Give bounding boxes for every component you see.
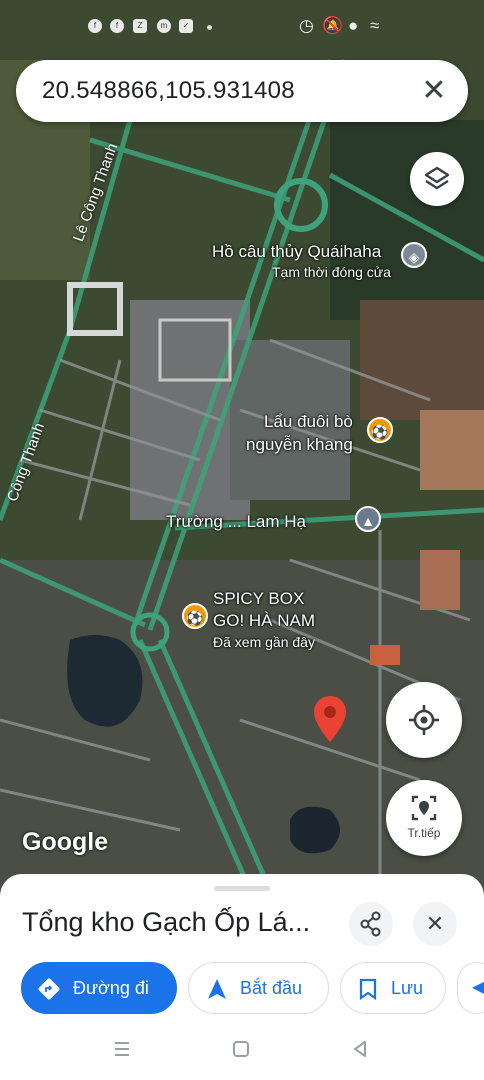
place-label-lau-duoi-bo-2[interactable]: nguyễn khang: [246, 435, 353, 455]
facebook-icon: f: [110, 19, 124, 33]
system-nav-bar: [0, 1022, 484, 1080]
live-view-icon: [411, 795, 437, 821]
mute-icon: 🔕: [322, 16, 344, 35]
live-view-label: Tr.tiếp: [407, 826, 441, 840]
fishing-icon[interactable]: ◈: [401, 242, 427, 268]
place-title[interactable]: Tổng kho Gạch Ốp Lá...: [22, 907, 310, 938]
status-bar: f f Z m ✓ ◷ 🔕 ● ≈: [0, 0, 484, 56]
place-label-spicy-box-1[interactable]: SPICY BOX: [213, 589, 304, 609]
close-icon[interactable]: ✕: [414, 71, 454, 111]
my-location-button[interactable]: [386, 682, 462, 758]
more-actions-chip[interactable]: ◀: [457, 962, 484, 1014]
place-status-closed: Tạm thời đóng cửa: [272, 264, 391, 280]
save-label: Lưu: [391, 978, 424, 998]
facebook-icon: f: [88, 19, 102, 33]
bookmark-icon: [359, 978, 377, 1000]
satellite-map[interactable]: Lê Công Thanh Công Thanh Hồ câu thủy Quá…: [0, 0, 484, 890]
zalo-icon: Z: [133, 19, 147, 33]
layers-button[interactable]: [410, 152, 464, 206]
search-input[interactable]: 20.548866,105.931408: [42, 77, 295, 105]
school-icon[interactable]: ▲: [355, 506, 381, 532]
share-icon: [360, 911, 381, 937]
share-icon: ◀: [472, 979, 484, 996]
alarm-icon: ◷: [299, 16, 314, 35]
shield-icon: ✓: [179, 19, 193, 33]
map-imagery: [0, 0, 484, 890]
place-label-ho-cau[interactable]: Hồ câu thủy Quáihaha: [212, 242, 381, 262]
place-label-lau-duoi-bo-1[interactable]: Lẩu đuôi bò: [264, 412, 353, 432]
recent-apps-icon[interactable]: [112, 1039, 132, 1059]
location-icon: ●: [348, 16, 359, 35]
place-label-truong-lam-ha[interactable]: Trường ... Lam Hạ: [166, 512, 306, 532]
close-icon: ✕: [425, 911, 445, 936]
location-marker-icon[interactable]: [312, 694, 348, 744]
messenger-icon: m: [157, 19, 171, 33]
restaurant-icon[interactable]: ⚽: [367, 417, 393, 443]
restaurant-icon[interactable]: ⚽: [182, 603, 208, 629]
search-bar[interactable]: 20.548866,105.931408 ✕: [16, 60, 468, 122]
place-recently-viewed: Đã xem gần đây: [213, 634, 315, 650]
more-notifications-icon: [207, 25, 212, 30]
share-button[interactable]: [349, 902, 393, 946]
live-view-button[interactable]: Tr.tiếp: [386, 780, 462, 856]
start-button[interactable]: Bắt đầu: [188, 962, 329, 1014]
back-icon[interactable]: [350, 1039, 370, 1059]
directions-icon: [38, 978, 60, 1000]
start-label: Bắt đầu: [240, 978, 303, 998]
save-button[interactable]: Lưu: [340, 962, 446, 1014]
place-label-spicy-box-2[interactable]: GO! HÀ NAM: [213, 611, 315, 631]
directions-button[interactable]: Đường đi: [21, 962, 177, 1014]
wifi-icon: ≈: [370, 16, 380, 35]
drag-handle[interactable]: [214, 886, 270, 891]
home-icon[interactable]: [231, 1039, 251, 1059]
crosshair-icon: [409, 705, 439, 735]
google-logo: Google: [22, 828, 109, 856]
directions-label: Đường đi: [73, 978, 149, 998]
layers-icon: [424, 166, 450, 190]
navigation-arrow-icon: [208, 979, 226, 999]
close-sheet-button[interactable]: ✕: [413, 902, 457, 946]
